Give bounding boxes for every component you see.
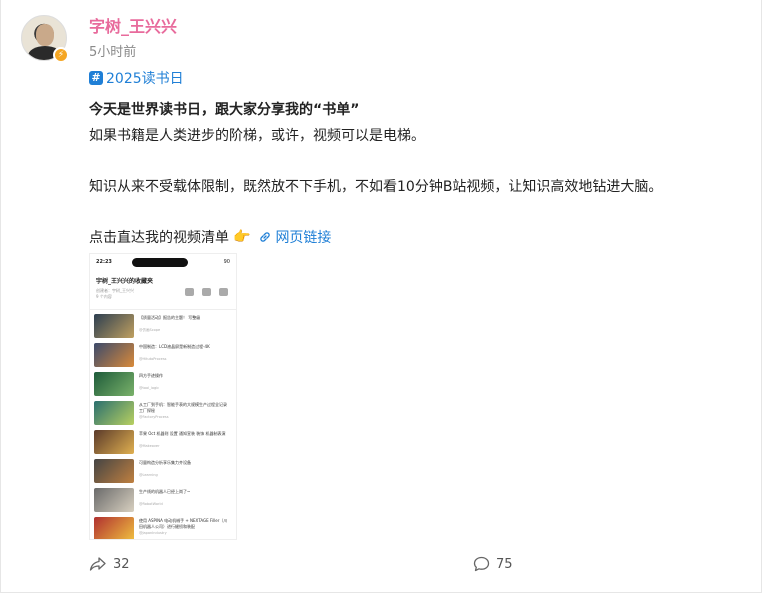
post-time[interactable]: 5小时前: [89, 41, 136, 60]
share-icon: [89, 557, 106, 571]
list-item-sub: @tool_logic: [139, 386, 160, 390]
author-name[interactable]: 字树_王兴兴: [89, 13, 177, 37]
list-item-sub: @JapanIndustry: [139, 531, 167, 535]
favorites-count: 9 个内容: [96, 294, 112, 299]
post-headline: 今天是世界读书日，跟大家分享我的“书单”: [89, 102, 360, 118]
hashtag-icon: #: [89, 71, 103, 85]
list-item-title: 四方手迹操作: [139, 373, 163, 378]
dynamic-island: [132, 258, 188, 267]
post-text-line: 如果书籍是人类进步的阶梯，或许，视频可以是电梯。: [89, 128, 425, 144]
list-item-title: 中国制造：LCD液晶屏是新制造过程-4K: [139, 344, 210, 349]
list-item-sub: @HitutoProcess: [139, 357, 167, 361]
verified-lightning-icon: ⚡: [53, 47, 69, 63]
post-card: ⚡ 字树_王兴兴 5小时前 # 2025读书日 今天是世界读书日，跟大家分享我的…: [0, 0, 762, 593]
pointing-hand-icon: 👉: [233, 229, 251, 245]
topic-label: 2025读书日: [106, 71, 184, 87]
web-link[interactable]: 网页链接: [258, 227, 331, 247]
list-item-sub: @Makeover: [139, 444, 160, 448]
list-item: 苹果 Oct 机器则 设置 通知宣装 装饰 机器制表演 @Makeover: [94, 430, 234, 456]
list-item: 【质量活动】报告的主题！ 写整级 @仿画Scope: [94, 314, 234, 340]
status-signal: 90: [223, 259, 230, 265]
list-item-title: 苹果 Oct 机器则 设置 通知宣装 装饰 机器制表演: [139, 431, 226, 436]
comment-count: 75: [496, 556, 513, 572]
list-item: 从工厂到手机：智能手表的大规模生产过程全记录 工厂探秘 @FactoryProc…: [94, 401, 234, 427]
list-item-sub: @仿画Scope: [139, 328, 161, 332]
list-item-sub: @RobotWorld: [139, 502, 163, 506]
list-item: 四方手迹操作 @tool_logic: [94, 372, 234, 398]
post-text-line: 知识从来不受载体限制，既然放不下手机，不如看10分钟B站视频，让知识高效地钻进大…: [89, 179, 663, 195]
list-item-title: 生产线的机器人已经上岗了~: [139, 489, 191, 494]
topic-tag[interactable]: # 2025读书日: [89, 68, 184, 88]
post-cta: 点击直达我的视频清单 👉 网页链接: [89, 227, 331, 247]
list-item-sub: @FactoryProcess: [139, 415, 169, 419]
share-button[interactable]: 32: [89, 556, 130, 572]
list-item: 可量构造分析享乐集力齐设备 @Learning: [94, 459, 234, 485]
list-item: 生产线的机器人已经上岗了~ @RobotWorld: [94, 488, 234, 514]
share-count: 32: [113, 556, 130, 572]
favorites-actions: [185, 288, 228, 296]
list-item-title: 可量构造分析享乐集力齐设备: [139, 460, 191, 465]
list-item-title: 使用 ASPINA 电动机械手 + NEXTAGE Filler（川田机器人公司…: [139, 518, 228, 529]
cta-text: 点击直达我的视频清单: [89, 230, 229, 246]
link-label: 网页链接: [275, 230, 332, 246]
status-clock: 22:23: [96, 259, 112, 265]
list-item-title: 从工厂到手机：智能手表的大规模生产过程全记录 工厂探秘: [139, 402, 227, 413]
favorites-meta: 创建者：宇树_王兴兴 9 个内容: [96, 288, 134, 300]
list-item: 中国制造：LCD液晶屏是新制造过程-4K @HitutoProcess: [94, 343, 234, 369]
post-image[interactable]: 22:23 90 宇树_王兴兴的收藏夹 创建者：宇树_王兴兴 9 个内容 【质量…: [89, 253, 237, 540]
comment-button[interactable]: 75: [473, 556, 513, 572]
list-item: 使用 ASPINA 电动机械手 + NEXTAGE Filler（川田机器人公司…: [94, 517, 234, 539]
divider: [90, 309, 236, 310]
list-item-title: 【质量活动】报告的主题！ 写整级: [139, 315, 201, 320]
favorites-title: 宇树_王兴兴的收藏夹: [96, 278, 154, 285]
comment-icon: [473, 556, 490, 572]
status-bar: 22:23 90: [90, 254, 236, 270]
list-item-sub: @Learning: [139, 473, 158, 477]
link-icon: [260, 232, 271, 242]
